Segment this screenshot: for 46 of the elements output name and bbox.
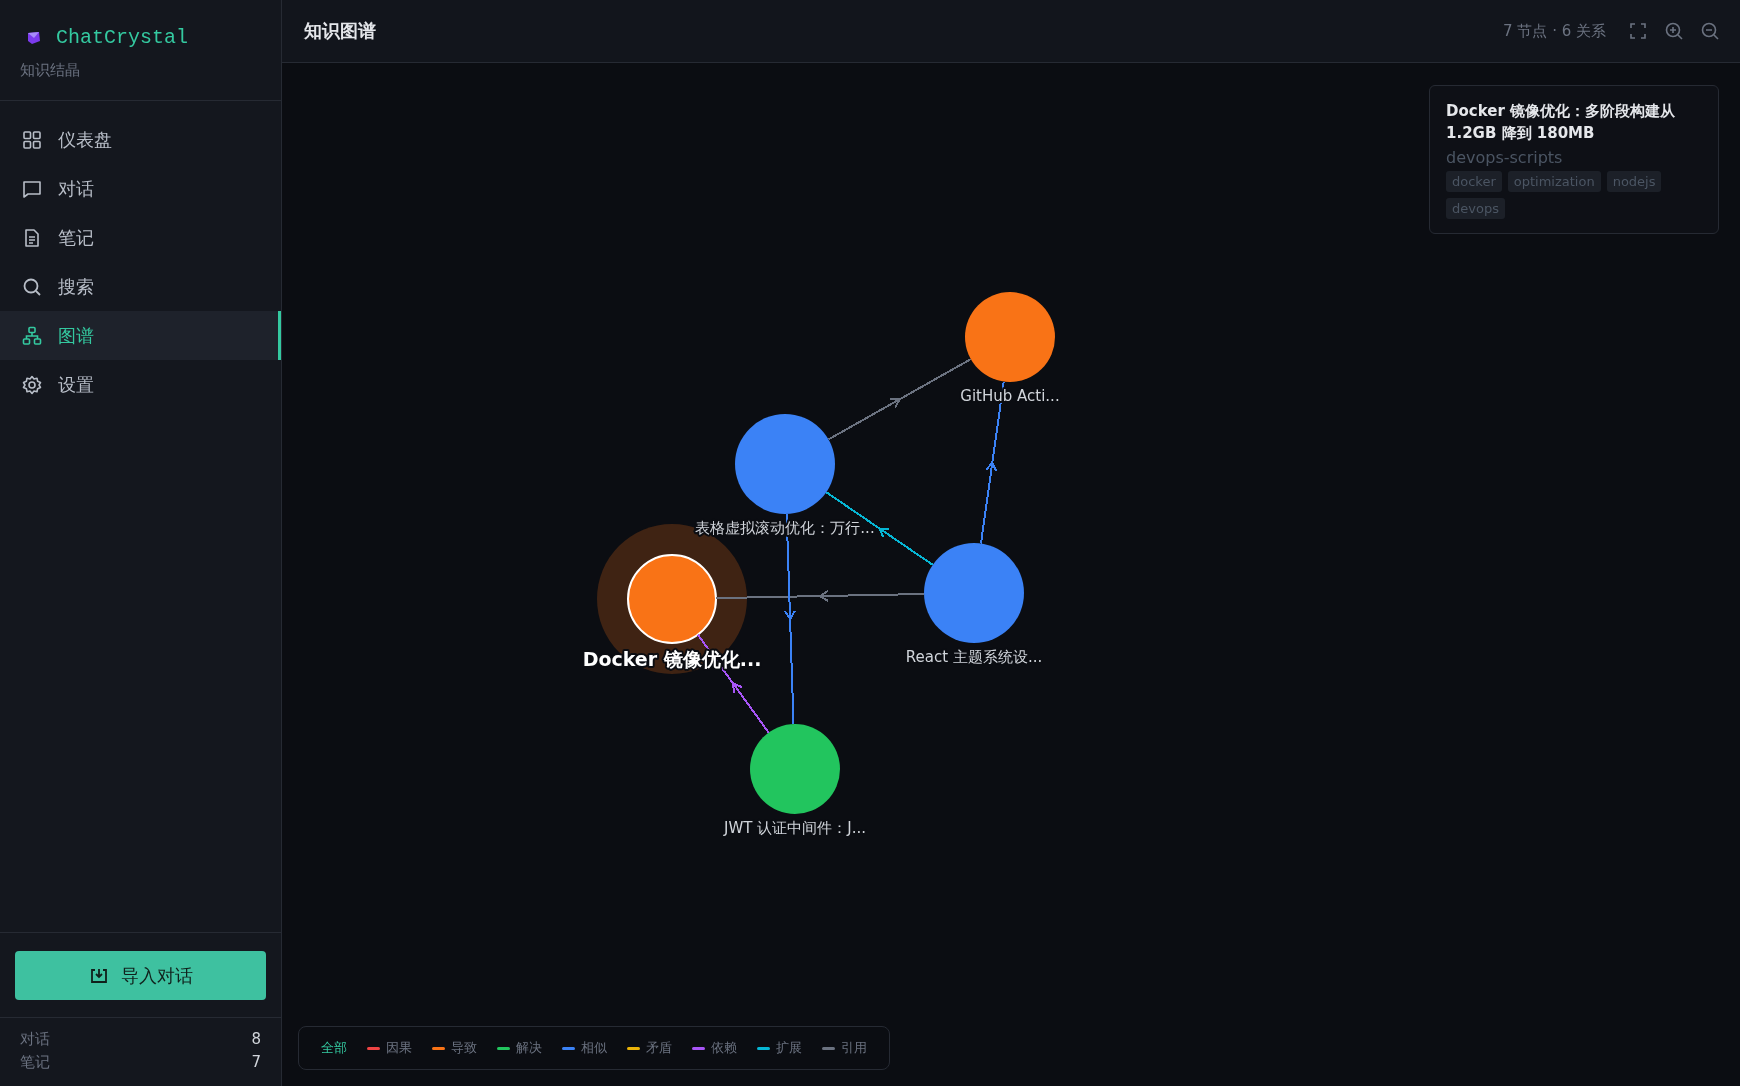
- app-name: ChatCrystal: [56, 26, 189, 49]
- fullscreen-icon[interactable]: [1628, 21, 1648, 41]
- node-label: JWT 认证中间件：J...: [724, 819, 866, 837]
- note-title: Docker 镜像优化：多阶段构建从 1.2GB 降到 180MB: [1446, 101, 1676, 144]
- search-icon: [22, 276, 42, 297]
- stat-label: 笔记: [20, 1053, 50, 1072]
- document-icon: [22, 227, 42, 248]
- zoom-in-icon[interactable]: [1664, 21, 1684, 41]
- hierarchy-icon: [22, 325, 42, 346]
- graph-node[interactable]: [924, 543, 1024, 643]
- chat-bubble-icon: [22, 178, 42, 199]
- nav-item[interactable]: 搜索: [0, 262, 281, 311]
- nav-item[interactable]: 仪表盘: [0, 115, 281, 164]
- legend-filter[interactable]: 全部: [321, 1039, 347, 1057]
- legend-filter[interactable]: 导致: [432, 1039, 477, 1057]
- tag-chip: docker: [1446, 171, 1502, 192]
- page-title: 知识图谱: [304, 19, 376, 43]
- zoom-out-icon[interactable]: [1700, 21, 1720, 41]
- legend-filter[interactable]: 因果: [367, 1039, 412, 1057]
- graph-counts: 7 节点 · 6 关系: [1503, 21, 1606, 41]
- tag-chip: devops: [1446, 198, 1505, 219]
- legend-filter[interactable]: 依赖: [692, 1039, 737, 1057]
- legend-filter[interactable]: 扩展: [757, 1039, 802, 1057]
- settings-icon: [22, 374, 42, 395]
- graph-node[interactable]: [965, 292, 1055, 382]
- graph-node[interactable]: [750, 724, 840, 814]
- crystal-logo-icon: [26, 29, 42, 46]
- legend-filter[interactable]: 矛盾: [627, 1039, 672, 1057]
- nav-item[interactable]: 图谱: [0, 311, 281, 360]
- app-subtitle: 知识结晶: [20, 61, 81, 80]
- graph-node[interactable]: [735, 414, 835, 514]
- tag-chip: nodejs: [1606, 171, 1662, 192]
- nav-item[interactable]: 设置: [0, 360, 281, 409]
- import-button[interactable]: 导入对话: [15, 951, 266, 1000]
- tag-chip: optimization: [1507, 171, 1601, 192]
- node-label: React 主题系统设...: [905, 648, 1043, 666]
- stat-value: 8: [251, 1030, 261, 1049]
- nav-item[interactable]: 笔记: [0, 213, 281, 262]
- project-name: devops-scripts: [1446, 148, 1564, 167]
- legend-filter[interactable]: 解决: [497, 1039, 542, 1057]
- stat-label: 对话: [20, 1030, 50, 1049]
- legend-filter[interactable]: 相似: [562, 1039, 607, 1057]
- nav-item[interactable]: 对话: [0, 164, 281, 213]
- legend-filter[interactable]: 引用: [822, 1039, 867, 1057]
- stat-value: 7: [251, 1053, 261, 1072]
- grid-icon: [22, 129, 42, 150]
